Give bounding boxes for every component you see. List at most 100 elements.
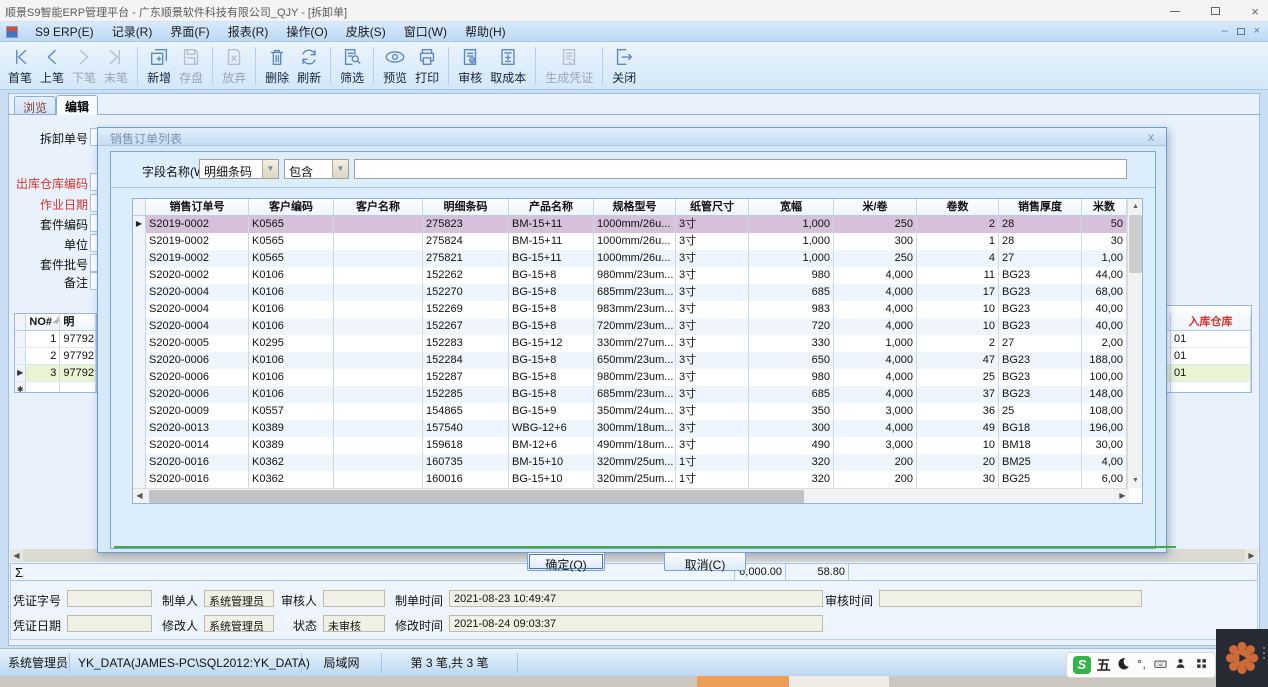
filter-field-select[interactable]: 明细条码 ▼	[199, 159, 279, 179]
cancel-button[interactable]: 取消(C)	[664, 552, 746, 571]
column-header[interactable]: 纸管尺寸	[676, 199, 749, 215]
detail-row[interactable]: 2 97792	[15, 348, 96, 365]
mdi-restore-button[interactable]	[1237, 28, 1245, 35]
footer-field-modify-time[interactable]: 2021-08-24 09:03:37	[449, 615, 823, 632]
wubi-icon[interactable]: 五	[1097, 655, 1111, 675]
menu-item-skin[interactable]: 皮肤(S)	[337, 23, 395, 41]
overlay-app-box[interactable]	[1216, 629, 1268, 687]
column-header[interactable]: 卷数	[917, 199, 999, 215]
sogou-icon[interactable]: S	[1073, 656, 1091, 674]
tab-browse[interactable]: 浏览	[14, 96, 56, 115]
tab-edit[interactable]: 编辑	[56, 95, 98, 115]
detail-row[interactable]: ✱	[15, 382, 96, 393]
toolbar-button-prev[interactable]: 上笔	[36, 44, 68, 88]
moon-icon[interactable]	[1116, 656, 1131, 674]
ok-button[interactable]: 确定(Q)	[527, 552, 605, 571]
order-row[interactable]: S2020-0004K0106152270BG-15+8685mm/23um..…	[133, 284, 1142, 301]
grid-icon[interactable]	[1194, 656, 1209, 674]
detail-row[interactable]: 1 97792	[15, 331, 96, 348]
order-row[interactable]: S2020-0006K0106152285BG-15+8685mm/23um..…	[133, 386, 1142, 403]
footer-field-audit-time[interactable]	[879, 590, 1142, 607]
footer-field-status[interactable]: 未审核	[323, 615, 385, 632]
scroll-left-icon[interactable]: ◀	[10, 549, 23, 562]
toolbar-button-print[interactable]: 打印	[411, 44, 443, 88]
toolbar-button-audit[interactable]: 审核	[454, 44, 486, 88]
order-row[interactable]: S2020-0005K0295152283BG-15+12330mm/27um.…	[133, 335, 1142, 352]
close-button[interactable]: ×	[1248, 4, 1262, 18]
column-header[interactable]: 明细条码	[423, 199, 509, 215]
order-row[interactable]: S2020-0016K0362160016BG-15+10320mm/25um.…	[133, 471, 1142, 488]
toolbar-button-getcost[interactable]: 取成本	[486, 44, 530, 88]
order-row[interactable]: S2019-0002K0565275821BG-15+111000mm/26u.…	[133, 250, 1142, 267]
order-row[interactable]: ▶S2019-0002K0565275823BM-15+111000mm/26u…	[133, 216, 1142, 233]
toolbar-button-add[interactable]: 新增	[143, 44, 175, 88]
mdi-minimize-button[interactable]: –	[1221, 25, 1227, 37]
menu-item-record[interactable]: 记录(R)	[103, 23, 162, 41]
column-header[interactable]: 产品名称	[509, 199, 594, 215]
overlay-menu-dots-icon[interactable]	[1263, 647, 1265, 659]
filter-value-input[interactable]	[354, 159, 1127, 179]
column-header[interactable]: 销售厚度	[999, 199, 1082, 215]
column-header[interactable]: 米/卷	[834, 199, 917, 215]
person-icon[interactable]	[1173, 656, 1188, 674]
table-vertical-scrollbar[interactable]: ▲ ▼	[1127, 199, 1142, 488]
order-row[interactable]: S2020-0006K0106152284BG-15+8650mm/23um..…	[133, 352, 1142, 369]
chevron-down-icon[interactable]: ▼	[262, 160, 278, 178]
toolbar-button-delete[interactable]: 删除	[261, 44, 293, 88]
toolbar-button-first[interactable]: 首笔	[4, 44, 36, 88]
order-row[interactable]: S2020-0016K0362160735BM-15+10320mm/25um.…	[133, 454, 1142, 471]
minimize-button[interactable]	[1168, 4, 1182, 18]
menu-item-window[interactable]: 窗口(W)	[395, 23, 456, 41]
menu-item-operate[interactable]: 操作(O)	[277, 23, 336, 41]
column-header[interactable]: 米数	[1082, 199, 1127, 215]
keyboard-icon[interactable]	[1153, 656, 1168, 674]
scroll-left-icon[interactable]: ◀	[133, 489, 146, 502]
punctuation-icon[interactable]: °,	[1137, 659, 1146, 671]
scroll-right-icon[interactable]: ▶	[1245, 549, 1258, 562]
sales-order-table[interactable]: 销售订单号客户编码客户名称明细条码产品名称规格型号纸管尺寸宽幅米/卷卷数销售厚度…	[132, 198, 1143, 504]
column-header[interactable]: 销售订单号	[146, 199, 249, 215]
detail-row[interactable]: ▶ 3 97792	[15, 365, 96, 382]
order-row[interactable]: S2020-0006K0106152287BG-15+8980mm/23um..…	[133, 369, 1142, 386]
column-header[interactable]: 客户编码	[249, 199, 334, 215]
table-horizontal-scrollbar[interactable]: ◀ ▶	[133, 488, 1129, 503]
order-row[interactable]: S2020-0013K0389157540WBG-12+6300mm/18um.…	[133, 420, 1142, 437]
footer-field-make-time[interactable]: 2021-08-23 10:49:47	[449, 590, 823, 607]
toolbar-button-close[interactable]: 关闭	[608, 44, 640, 88]
horizontal-scroll-thumb[interactable]	[149, 490, 804, 503]
footer-field-maker[interactable]: 系统管理员	[204, 590, 274, 607]
menu-item-s9erp[interactable]: S9 ERP(E)	[26, 23, 103, 41]
column-header[interactable]: 宽幅	[749, 199, 834, 215]
vertical-scroll-thumb[interactable]	[1129, 215, 1142, 273]
order-row[interactable]: S2020-0004K0106152267BG-15+8720mm/23um..…	[133, 318, 1142, 335]
col-in-warehouse[interactable]: 入库仓库	[1171, 314, 1251, 330]
chevron-down-icon[interactable]: ▼	[332, 160, 348, 178]
footer-field-auditor[interactable]	[323, 590, 385, 607]
col-detail[interactable]: 明	[60, 314, 96, 330]
detail-grid-left[interactable]: NO# 明 1 97792 2 97792▶ 3 97792✱	[14, 313, 97, 393]
order-row[interactable]: S2020-0009K0557154865BG-15+9350mm/24um..…	[133, 403, 1142, 420]
column-header[interactable]: 规格型号	[594, 199, 676, 215]
scroll-up-icon[interactable]: ▲	[1128, 199, 1143, 214]
footer-field-voucher-no[interactable]	[67, 590, 152, 607]
mdi-close-button[interactable]: ×	[1254, 25, 1260, 37]
order-row[interactable]: S2020-0002K0106152262BG-15+8980mm/23um..…	[133, 267, 1142, 284]
order-row[interactable]: S2020-0004K0106152269BG-15+8983mm/23um..…	[133, 301, 1142, 318]
order-row[interactable]: S2020-0014K0389159618BM-12+6490mm/18um..…	[133, 437, 1142, 454]
column-header[interactable]: 客户名称	[334, 199, 423, 215]
menu-item-help[interactable]: 帮助(H)	[456, 23, 515, 41]
dialog-close-icon[interactable]: x	[1144, 130, 1158, 144]
scroll-down-icon[interactable]: ▼	[1128, 473, 1143, 488]
toolbar-button-preview[interactable]: 预览	[379, 44, 411, 88]
footer-field-voucher-date[interactable]	[67, 615, 152, 632]
scroll-right-icon[interactable]: ▶	[1116, 489, 1129, 502]
toolbar-button-refresh[interactable]: 刷新	[293, 44, 325, 88]
toolbar-button-filter[interactable]: 筛选	[336, 44, 368, 88]
filter-operator-select[interactable]: 包含 ▼	[284, 159, 349, 179]
footer-field-modifier[interactable]: 系统管理员	[204, 615, 274, 632]
maximize-button[interactable]	[1208, 4, 1222, 18]
menu-item-interface[interactable]: 界面(F)	[161, 23, 218, 41]
order-row[interactable]: S2019-0002K0565275824BM-15+111000mm/26u.…	[133, 233, 1142, 250]
col-no[interactable]: NO#	[26, 314, 60, 330]
menu-item-report[interactable]: 报表(R)	[219, 23, 278, 41]
